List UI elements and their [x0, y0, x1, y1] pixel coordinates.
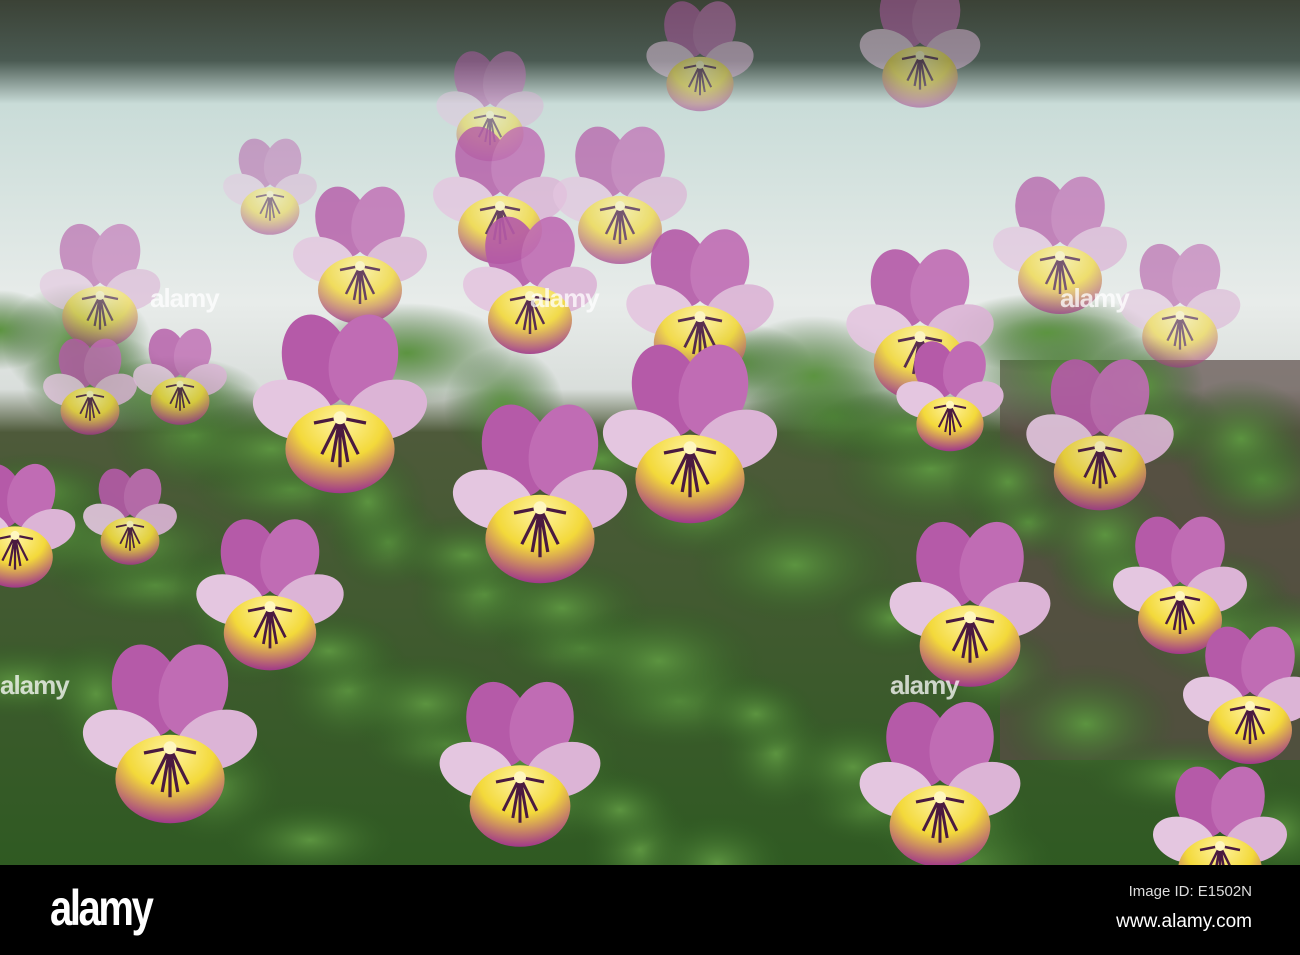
watermark: alamy [890, 670, 960, 700]
alamy-logo: alamy [50, 880, 154, 936]
website-link: www.alamy.com [1116, 911, 1252, 932]
watermark: alamy [0, 670, 70, 700]
footer-bar: alamy Image ID: E1502N www.alamy.com [0, 865, 1300, 955]
watermark: alamy [530, 283, 600, 313]
watermark: alamy [1060, 283, 1130, 313]
pansy-photo [0, 0, 1300, 865]
watermark: alamy [150, 283, 220, 313]
image-id: Image ID: E1502N [1128, 883, 1252, 900]
stock-photo: alamy alamy alamy alamy alamy alamy Imag… [0, 0, 1300, 955]
